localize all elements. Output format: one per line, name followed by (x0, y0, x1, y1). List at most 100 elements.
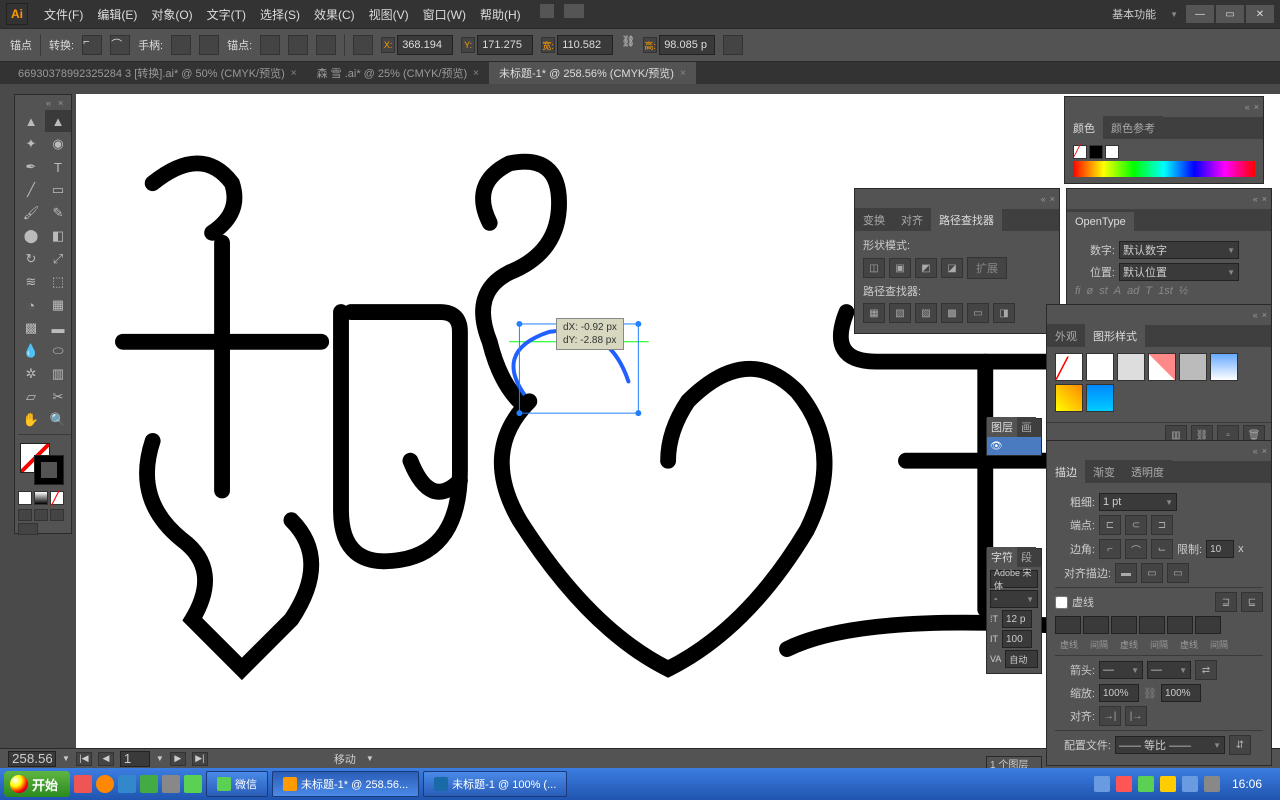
graph-tool[interactable]: ▥ (45, 363, 71, 385)
tracking-dropdown[interactable]: 自动 (1005, 650, 1038, 668)
style-thumb[interactable] (1086, 353, 1114, 381)
minus-front-icon[interactable]: ▣ (889, 258, 911, 278)
close-icon[interactable]: × (473, 68, 479, 79)
miter-limit-input[interactable] (1206, 540, 1234, 558)
join-round-icon[interactable]: ⌒ (1125, 539, 1147, 559)
collapse-icon[interactable]: « (46, 98, 56, 108)
leading-input[interactable] (1002, 630, 1032, 648)
intersect-icon[interactable]: ◩ (915, 258, 937, 278)
tab-character[interactable]: 字符 (987, 547, 1017, 567)
tab-layers[interactable]: 图层 (987, 417, 1017, 437)
type-tool[interactable]: T (45, 156, 71, 178)
opentype-feature-icon[interactable]: fi (1075, 285, 1081, 297)
paintbrush-tool[interactable]: 🖌 (18, 202, 44, 224)
layout-icon[interactable] (539, 3, 555, 19)
pencil-tool[interactable]: ✎ (45, 202, 71, 224)
draw-inside-icon[interactable] (50, 509, 64, 521)
w-input[interactable] (557, 35, 613, 55)
opentype-feature-icon[interactable]: ø (1087, 285, 1094, 297)
arrow-align-end-icon[interactable]: |→ (1125, 706, 1147, 726)
close-icon[interactable]: × (58, 98, 68, 108)
collapse-icon[interactable]: « (1245, 102, 1250, 112)
arrow-scale-start-input[interactable] (1099, 684, 1139, 702)
profile-dropdown[interactable]: —— 等比 ——▼ (1115, 736, 1225, 754)
link-wh-icon[interactable]: ⛓ (621, 35, 635, 55)
menu-window[interactable]: 窗口(W) (417, 3, 472, 26)
selection-tool[interactable]: ▲ (18, 110, 44, 132)
align-pixel-icon[interactable] (723, 35, 743, 55)
quicklaunch-icon[interactable] (74, 775, 92, 793)
artboard-input[interactable] (120, 751, 150, 767)
perspective-tool[interactable]: ▦ (45, 294, 71, 316)
y-input[interactable] (477, 35, 533, 55)
connect-anchor-icon[interactable] (288, 35, 308, 55)
none-mode-icon[interactable]: ╱ (50, 491, 64, 505)
cap-projecting-icon[interactable]: ⊐ (1151, 515, 1173, 535)
tab-stroke[interactable]: 描边 (1047, 460, 1085, 483)
dash-checkbox[interactable] (1055, 596, 1068, 609)
h-input[interactable] (659, 35, 715, 55)
tray-icon[interactable] (1094, 776, 1110, 792)
tab-appearance[interactable]: 外观 (1047, 324, 1085, 347)
eyedropper-tool[interactable]: 💧 (18, 340, 44, 362)
tab-color-guide[interactable]: 颜色参考 (1103, 116, 1163, 139)
black-swatch-icon[interactable] (1089, 145, 1103, 159)
remove-anchor-icon[interactable] (260, 35, 280, 55)
free-transform-tool[interactable]: ⬚ (45, 271, 71, 293)
tray-icon[interactable] (1116, 776, 1132, 792)
stroke-swatch[interactable] (34, 455, 64, 485)
slice-tool[interactable]: ✂ (45, 386, 71, 408)
tab-align[interactable]: 对齐 (893, 208, 931, 231)
arrow-align-tip-icon[interactable]: →| (1099, 706, 1121, 726)
last-artboard-button[interactable]: ▶| (192, 752, 208, 766)
minus-back-icon[interactable]: ◨ (993, 303, 1015, 323)
taskbar-item-wechat[interactable]: 微信 (206, 771, 268, 797)
shape-builder-tool[interactable]: ◔ (18, 294, 44, 316)
style-thumb[interactable]: ╱ (1055, 353, 1083, 381)
exclude-icon[interactable]: ◪ (941, 258, 963, 278)
unite-icon[interactable]: ◫ (863, 258, 885, 278)
magic-wand-tool[interactable]: ✦ (18, 133, 44, 155)
menu-effect[interactable]: 效果(C) (308, 3, 361, 26)
tab-graphic-styles[interactable]: 图形样式 (1085, 324, 1145, 347)
cap-butt-icon[interactable]: ⊏ (1099, 515, 1121, 535)
tray-icon[interactable] (1204, 776, 1220, 792)
zoom-input[interactable] (8, 751, 56, 767)
pen-tool[interactable]: ✒ (18, 156, 44, 178)
number-style-dropdown[interactable]: 默认数字▼ (1119, 241, 1239, 259)
tab-color[interactable]: 颜色 (1065, 116, 1103, 139)
swap-arrows-icon[interactable]: ⇄ (1195, 660, 1217, 680)
close-icon[interactable]: × (291, 68, 297, 79)
collapse-icon[interactable]: « (1253, 446, 1258, 456)
collapse-icon[interactable]: « (1253, 310, 1258, 320)
tab-opentype[interactable]: OpenType (1067, 212, 1134, 231)
tray-icon[interactable] (1182, 776, 1198, 792)
opentype-feature-icon[interactable]: ½ (1179, 285, 1188, 297)
minimize-button[interactable]: — (1186, 5, 1214, 23)
arrow-start-dropdown[interactable]: —▼ (1099, 661, 1143, 679)
quicklaunch-icon[interactable] (162, 775, 180, 793)
align-inside-icon[interactable]: ▭ (1141, 563, 1163, 583)
dash-input[interactable] (1055, 616, 1081, 634)
position-dropdown[interactable]: 默认位置▼ (1119, 263, 1239, 281)
close-icon[interactable]: × (680, 68, 686, 79)
arrow-scale-end-input[interactable] (1161, 684, 1201, 702)
dash-align-icon-2[interactable]: ⊑ (1241, 592, 1263, 612)
lasso-tool[interactable]: ◉ (45, 133, 71, 155)
color-mode-icon[interactable] (18, 491, 32, 505)
trim-icon[interactable]: ▧ (889, 303, 911, 323)
workspace-switcher[interactable]: 基本功能 (1112, 6, 1156, 22)
none-swatch-icon[interactable]: ╱ (1073, 145, 1087, 159)
menu-object[interactable]: 对象(O) (145, 3, 198, 26)
clock[interactable]: 16:06 (1226, 777, 1268, 791)
join-bevel-icon[interactable]: ⌙ (1151, 539, 1173, 559)
draw-behind-icon[interactable] (34, 509, 48, 521)
collapse-icon[interactable]: « (1041, 194, 1046, 204)
tab-pathfinder[interactable]: 路径查找器 (931, 208, 1002, 231)
blend-tool[interactable]: ⬭ (45, 340, 71, 362)
close-icon[interactable]: × (1254, 102, 1259, 112)
expand-button[interactable]: 扩展 (967, 257, 1007, 279)
first-artboard-button[interactable]: |◀ (76, 752, 92, 766)
prev-artboard-button[interactable]: ◀ (98, 752, 114, 766)
opentype-feature-icon[interactable]: A (1114, 285, 1121, 297)
